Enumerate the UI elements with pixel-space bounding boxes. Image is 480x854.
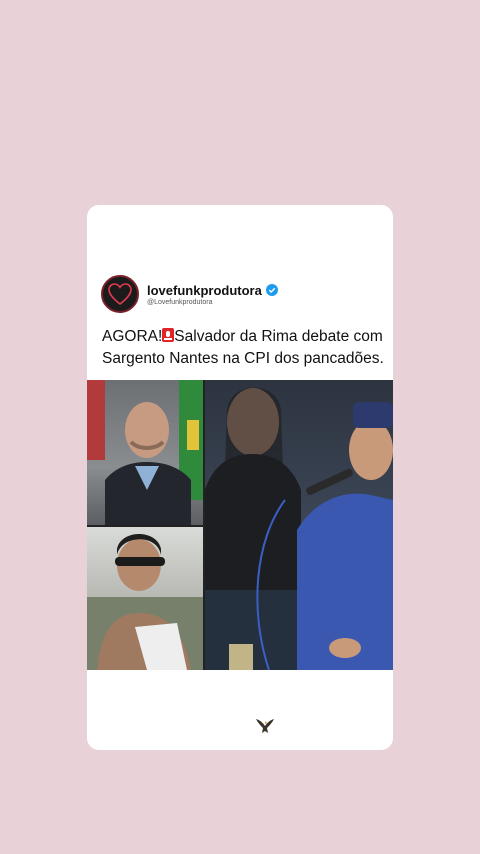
eagle-logo-icon xyxy=(256,719,274,733)
post-header: lovefunkprodutora @Lovefunkprodutora xyxy=(101,275,278,313)
post-text: AGORA! Salvador da Rima debate com Sarge… xyxy=(102,326,392,370)
post-handle: @Lovefunkprodutora xyxy=(147,298,213,306)
post-text-lead: AGORA! xyxy=(102,328,163,345)
post-card: lovefunkprodutora @Lovefunkprodutora AGO… xyxy=(87,205,393,750)
love-funk-logo-icon xyxy=(108,283,132,306)
police-light-icon xyxy=(162,328,175,342)
verified-badge-icon xyxy=(265,284,278,296)
photo-cpi-session xyxy=(205,380,393,670)
photo-politician xyxy=(87,380,203,525)
avatar[interactable] xyxy=(101,275,139,313)
post-image-collage[interactable] xyxy=(87,380,393,670)
post-username[interactable]: lovefunkprodutora xyxy=(147,283,262,298)
photo-rapper xyxy=(87,527,203,670)
